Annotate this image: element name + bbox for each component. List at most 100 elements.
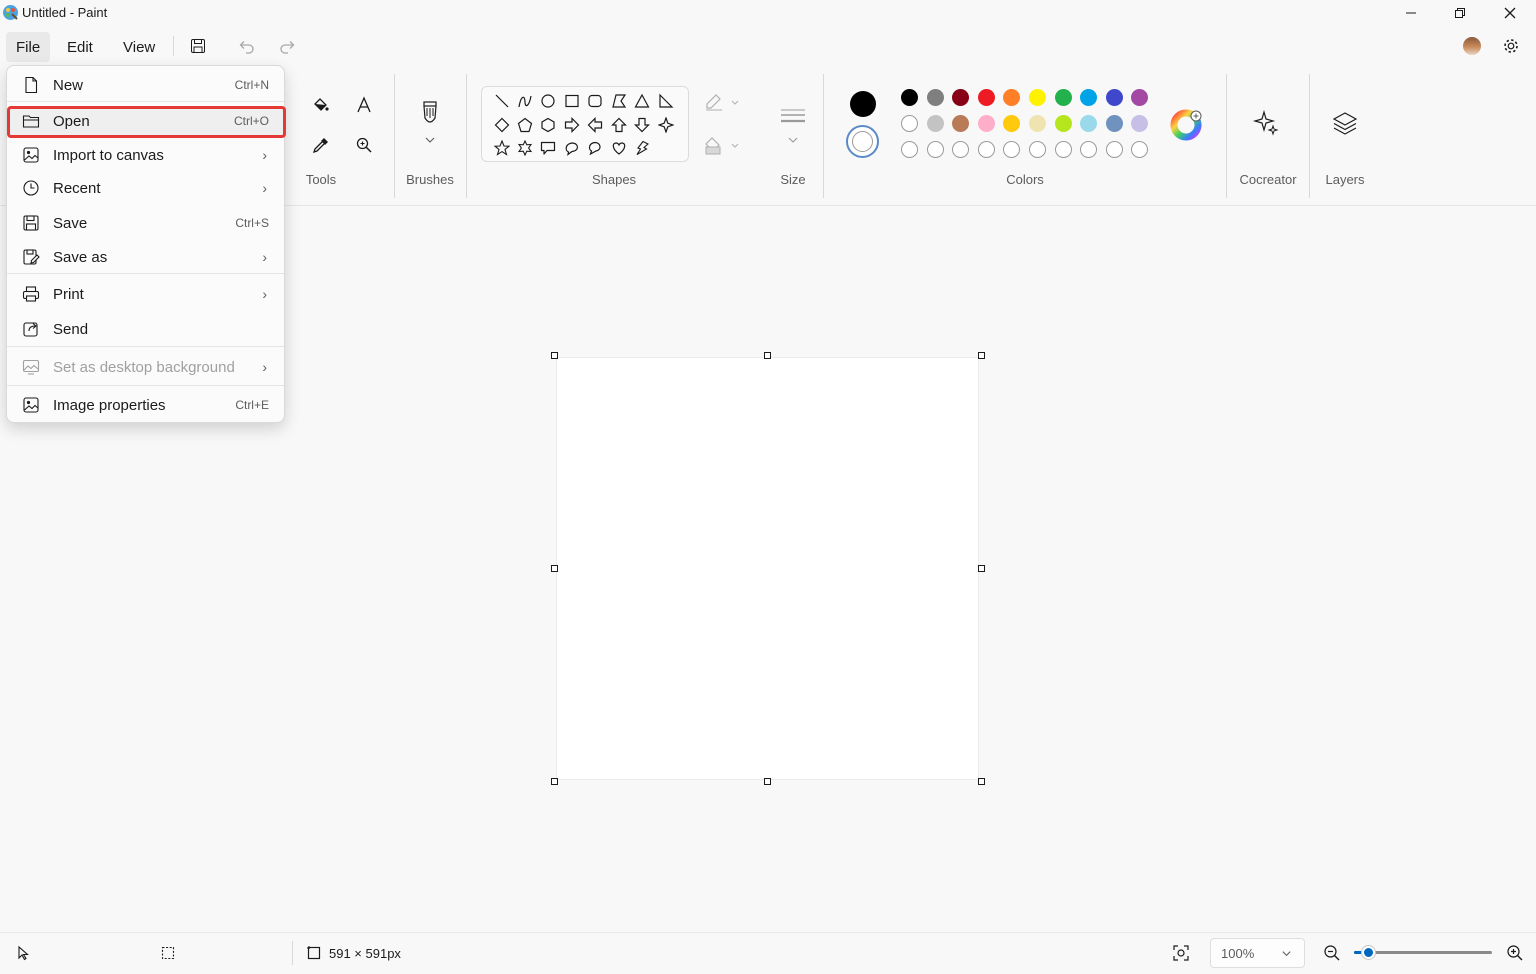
palette-swatch[interactable] <box>1106 89 1123 106</box>
menu-edit[interactable]: Edit <box>57 32 103 62</box>
fill-tool-button[interactable] <box>308 92 334 118</box>
palette-swatch[interactable] <box>978 115 995 132</box>
layers-button[interactable] <box>1330 108 1360 138</box>
account-button[interactable] <box>1457 32 1487 60</box>
palette-swatch[interactable] <box>927 115 944 132</box>
redo-button[interactable] <box>273 32 303 60</box>
resize-handle-left[interactable] <box>551 565 558 572</box>
file-menu-item-print[interactable]: Print › <box>7 278 284 310</box>
shape-six-point-star[interactable] <box>515 138 535 158</box>
palette-swatch[interactable] <box>1029 89 1046 106</box>
shape-five-point-star[interactable] <box>492 138 512 158</box>
close-button[interactable] <box>1485 0 1535 26</box>
file-menu-item-open[interactable]: Open Ctrl+O <box>7 105 284 137</box>
shape-oval[interactable] <box>538 91 558 111</box>
shape-rectangular-callout[interactable] <box>538 138 558 158</box>
file-menu-item-save-as[interactable]: Save as › <box>7 241 284 273</box>
custom-color-slot[interactable] <box>1080 141 1097 158</box>
brushes-button[interactable] <box>416 98 444 148</box>
resize-handle-top-right[interactable] <box>978 352 985 359</box>
restore-button[interactable] <box>1435 0 1485 26</box>
shape-heart[interactable] <box>609 138 629 158</box>
palette-swatch[interactable] <box>1080 89 1097 106</box>
shape-right-triangle[interactable] <box>656 91 676 111</box>
size-button[interactable] <box>778 102 808 146</box>
cocreator-button[interactable] <box>1252 108 1282 138</box>
custom-color-slot[interactable] <box>1106 141 1123 158</box>
resize-handle-bottom-left[interactable] <box>551 778 558 785</box>
file-menu-item-save[interactable]: Save Ctrl+S <box>7 207 284 239</box>
drawing-canvas[interactable] <box>557 358 978 779</box>
palette-swatch[interactable] <box>1080 115 1097 132</box>
edit-colors-button[interactable] <box>1170 108 1204 142</box>
palette-swatch[interactable] <box>1055 89 1072 106</box>
shape-four-point-star[interactable] <box>656 115 676 135</box>
file-menu-item-import-to-canvas[interactable]: Import to canvas › <box>7 139 284 171</box>
shape-rounded-rectangle[interactable] <box>585 91 605 111</box>
magnifier-button[interactable] <box>351 132 377 158</box>
zoom-out-button[interactable] <box>1322 943 1342 968</box>
custom-color-slot[interactable] <box>901 141 918 158</box>
palette-swatch[interactable] <box>1003 89 1020 106</box>
shape-cloud-callout[interactable] <box>585 138 605 158</box>
shape-down-arrow[interactable] <box>632 115 652 135</box>
palette-swatch[interactable] <box>901 89 918 106</box>
palette-swatch[interactable] <box>901 115 918 132</box>
file-menu-item-set-as-desktop-background[interactable]: Set as desktop background › <box>7 351 284 383</box>
fit-to-window-button[interactable] <box>1172 944 1190 967</box>
palette-swatch[interactable] <box>1029 115 1046 132</box>
palette-swatch[interactable] <box>1003 115 1020 132</box>
custom-color-slot[interactable] <box>1131 141 1148 158</box>
file-menu-item-new[interactable]: New Ctrl+N <box>7 69 284 101</box>
secondary-color-swatch[interactable] <box>846 125 879 158</box>
resize-handle-top[interactable] <box>764 352 771 359</box>
palette-swatch[interactable] <box>1131 89 1148 106</box>
shape-right-arrow[interactable] <box>562 115 582 135</box>
shape-curve[interactable] <box>515 91 535 111</box>
palette-swatch[interactable] <box>1055 115 1072 132</box>
quick-save-button[interactable] <box>183 32 213 60</box>
shape-pentagon[interactable] <box>515 115 535 135</box>
resize-handle-bottom-right[interactable] <box>978 778 985 785</box>
shape-hexagon[interactable] <box>538 115 558 135</box>
file-menu-item-send[interactable]: Send <box>7 313 284 345</box>
shape-line[interactable] <box>492 91 512 111</box>
shape-lightning[interactable] <box>632 138 652 158</box>
custom-color-slot[interactable] <box>1029 141 1046 158</box>
palette-swatch[interactable] <box>952 89 969 106</box>
menu-file[interactable]: File <box>6 32 51 62</box>
fill-dropdown[interactable] <box>703 135 743 157</box>
minimize-button[interactable] <box>1386 0 1436 26</box>
shape-polygon[interactable] <box>609 91 629 111</box>
custom-color-slot[interactable] <box>952 141 969 158</box>
color-picker-button[interactable] <box>308 132 334 158</box>
primary-color-swatch[interactable] <box>850 91 876 117</box>
settings-button[interactable] <box>1496 32 1526 60</box>
resize-handle-right[interactable] <box>978 565 985 572</box>
undo-button[interactable] <box>231 32 261 60</box>
shape-up-arrow[interactable] <box>609 115 629 135</box>
shape-diamond[interactable] <box>492 115 512 135</box>
palette-swatch[interactable] <box>927 89 944 106</box>
custom-color-slot[interactable] <box>978 141 995 158</box>
resize-handle-top-left[interactable] <box>551 352 558 359</box>
palette-swatch[interactable] <box>978 89 995 106</box>
menu-view[interactable]: View <box>113 32 165 62</box>
custom-color-slot[interactable] <box>927 141 944 158</box>
resize-handle-bottom[interactable] <box>764 778 771 785</box>
file-menu-item-recent[interactable]: Recent › <box>7 172 284 204</box>
shape-rectangle[interactable] <box>562 91 582 111</box>
shape-triangle[interactable] <box>632 91 652 111</box>
shape-left-arrow[interactable] <box>585 115 605 135</box>
palette-swatch[interactable] <box>1131 115 1148 132</box>
text-tool-button[interactable] <box>351 92 377 118</box>
shape-oval-callout[interactable] <box>562 138 582 158</box>
custom-color-slot[interactable] <box>1055 141 1072 158</box>
file-menu-item-image-properties[interactable]: Image properties Ctrl+E <box>7 389 284 421</box>
palette-swatch[interactable] <box>1106 115 1123 132</box>
zoom-slider-thumb[interactable] <box>1362 946 1375 959</box>
custom-color-slot[interactable] <box>1003 141 1020 158</box>
zoom-in-button[interactable] <box>1505 943 1525 968</box>
zoom-level-dropdown[interactable]: 100% <box>1210 938 1305 968</box>
outline-dropdown[interactable] <box>703 92 743 114</box>
